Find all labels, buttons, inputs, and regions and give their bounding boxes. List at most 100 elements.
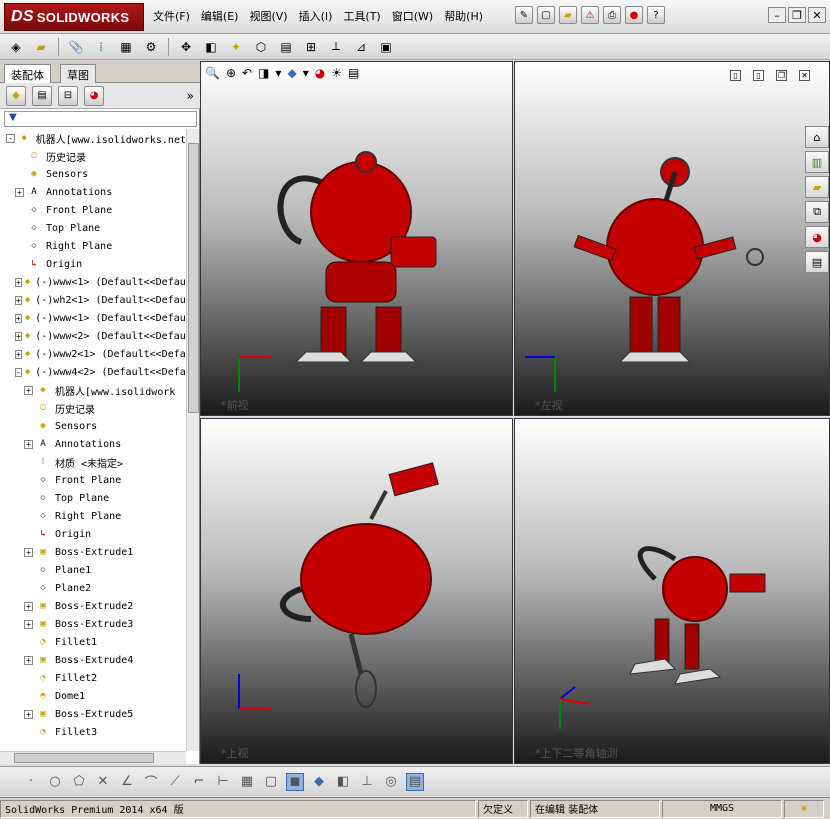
tree-node[interactable]: + ▣ Boss-Extrude4 xyxy=(0,651,186,669)
help-icon[interactable]: ? xyxy=(647,6,665,24)
tree-node[interactable]: + ▣ Boss-Extrude3 xyxy=(0,615,186,633)
expand-icon[interactable]: + xyxy=(24,601,33,611)
tree-node[interactable]: ◇ Front Plane xyxy=(0,471,186,489)
measure-icon[interactable]: ⊿ xyxy=(351,37,371,57)
tree-node[interactable]: + ◆ (-)www<1> (Default<<Defaul xyxy=(0,273,186,291)
cross-icon[interactable]: ✕ xyxy=(94,773,112,791)
restore-icon[interactable]: ❐ xyxy=(788,7,806,23)
point-icon[interactable]: · xyxy=(22,773,40,791)
polygon-icon[interactable]: ⬠ xyxy=(70,773,88,791)
explode-icon[interactable]: ✦ xyxy=(226,37,246,57)
circle-icon[interactable]: ○ xyxy=(46,773,64,791)
tree-node[interactable]: ◓ Dome1 xyxy=(0,687,186,705)
dimension-icon[interactable]: ⊢ xyxy=(214,773,232,791)
expand-icon[interactable]: + xyxy=(15,349,22,359)
close-icon[interactable]: ✕ xyxy=(808,7,826,23)
pin-icon[interactable]: ✎ xyxy=(515,6,533,24)
menu-edit[interactable]: 编辑(E) xyxy=(198,8,247,24)
viewport-trimetric[interactable]: *上下二等角轴测 xyxy=(514,418,830,764)
tree-node[interactable]: ◇ Plane1 xyxy=(0,561,186,579)
tree-node[interactable]: + A Annotations xyxy=(0,183,186,201)
expand-icon[interactable]: + xyxy=(24,385,33,395)
grid-icon[interactable]: ▦ xyxy=(238,773,256,791)
appearances-scenes-icon[interactable]: ◕ xyxy=(805,226,829,248)
collapse-icon[interactable]: - xyxy=(15,367,22,377)
tree-node[interactable]: ◔ Fillet3 xyxy=(0,723,186,741)
pattern-icon[interactable]: ▦ xyxy=(116,37,136,57)
menu-file[interactable]: 文件(F) xyxy=(150,8,198,24)
shaded-icon[interactable]: ◼ xyxy=(286,772,304,791)
tree-node[interactable]: - ◆ 机器人[www.isolidworks.net xyxy=(0,129,186,147)
section-view-icon[interactable]: ◨ xyxy=(258,66,269,80)
large-assembly-icon[interactable]: ▣ xyxy=(376,37,396,57)
scene-icon[interactable]: ☀ xyxy=(331,66,342,80)
menu-window[interactable]: 窗口(W) xyxy=(389,8,441,24)
tree-node[interactable]: ⁝ 材质 <未指定> xyxy=(0,453,186,471)
expand-icon[interactable]: + xyxy=(15,313,22,323)
open-folder-icon[interactable]: ▰ xyxy=(559,6,577,24)
warning-icon[interactable]: ⚠ xyxy=(581,6,599,24)
tree-node[interactable]: + ◆ (-)www<2> (Default<<Defaul xyxy=(0,327,186,345)
menu-help[interactable]: 帮助(H) xyxy=(441,8,491,24)
property-manager-icon[interactable]: ▤ xyxy=(32,85,52,106)
tree-node[interactable]: ◇ Top Plane xyxy=(0,219,186,237)
tree-node[interactable]: + ◆ (-)www2<1> (Default<<Defaul xyxy=(0,345,186,363)
reference-geometry-icon[interactable]: ⬡ xyxy=(251,37,271,57)
tree-node[interactable]: + ▣ Boss-Extrude2 xyxy=(0,597,186,615)
viewport-front[interactable]: *前视 xyxy=(200,61,513,416)
tree-node[interactable]: ◉ Sensors xyxy=(0,165,186,183)
tree-node[interactable]: + ▣ Boss-Extrude1 xyxy=(0,543,186,561)
axis-icon[interactable]: ⊥ xyxy=(358,773,376,791)
angle-icon[interactable]: ∠ xyxy=(118,773,136,791)
viewport-restore-icon[interactable]: ❐ xyxy=(776,70,787,81)
menu-view[interactable]: 视图(V) xyxy=(246,8,295,24)
tree-node[interactable]: ↳ Origin xyxy=(0,255,186,273)
expand-icon[interactable]: + xyxy=(15,187,24,197)
scrollbar-thumb[interactable] xyxy=(14,753,154,763)
display-manager-icon[interactable]: ◕ xyxy=(84,85,104,106)
viewport-split-icon[interactable]: ▯ xyxy=(730,70,741,81)
insert-component-icon[interactable]: ▰ xyxy=(31,37,51,57)
tree-vertical-scrollbar[interactable] xyxy=(186,129,199,751)
tree-node[interactable]: ◇ Right Plane xyxy=(0,507,186,525)
tree-node[interactable]: ◔ Fillet2 xyxy=(0,669,186,687)
viewport-left[interactable]: *左视 xyxy=(514,61,830,416)
zoom-to-fit-icon[interactable]: 🔍 xyxy=(205,66,220,80)
zoom-area-icon[interactable]: ⊕ xyxy=(226,66,236,80)
expand-icon[interactable]: + xyxy=(15,295,22,305)
status-units[interactable]: MMGS xyxy=(662,799,782,818)
view-palette-icon[interactable]: ⧉ xyxy=(805,201,829,223)
menu-insert[interactable]: 插入(I) xyxy=(296,8,341,24)
new-document-icon[interactable]: ▢ xyxy=(537,6,555,24)
expand-icon[interactable]: + xyxy=(24,655,33,665)
slash-icon[interactable]: ⟋ xyxy=(166,773,184,791)
hide-items-icon[interactable]: ▾ xyxy=(303,66,309,80)
cube-icon[interactable]: ◆ xyxy=(310,773,328,791)
view-settings-icon[interactable]: ▤ xyxy=(348,66,359,80)
collapse-panel-icon[interactable]: » xyxy=(187,89,194,103)
camera-icon[interactable]: ◎ xyxy=(382,773,400,791)
tag-icon[interactable]: ◈ xyxy=(784,799,824,818)
move-component-icon[interactable]: ✥ xyxy=(176,37,196,57)
tree-node[interactable]: + ◆ (-)wh2<1> (Default<<Defaul xyxy=(0,291,186,309)
mate-icon[interactable]: ⁞ xyxy=(91,37,111,57)
tree-horizontal-scrollbar[interactable] xyxy=(0,751,186,764)
corner-icon[interactable]: ⌐ xyxy=(190,773,208,791)
bom-icon[interactable]: ▤ xyxy=(276,37,296,57)
paperclip-icon[interactable]: 📎 xyxy=(66,37,86,57)
tree-node[interactable]: ◇ Right Plane xyxy=(0,237,186,255)
tree-node[interactable]: ⏲ 历史记录 xyxy=(0,399,186,417)
appearance-icon[interactable]: ◕ xyxy=(315,66,325,80)
expand-icon[interactable]: + xyxy=(15,277,22,287)
view-orientation-icon[interactable]: ▾ xyxy=(275,66,281,80)
menu-tools[interactable]: 工具(T) xyxy=(340,8,388,24)
tab-assembly[interactable]: 装配体 xyxy=(4,64,51,83)
curve-icon[interactable]: ⌒ xyxy=(142,773,160,791)
tree-node[interactable]: ⏲ 历史记录 xyxy=(0,147,186,165)
interference-icon[interactable]: ⊞ xyxy=(301,37,321,57)
box-icon[interactable]: ▢ xyxy=(262,773,280,791)
table-icon[interactable]: ▤ xyxy=(406,772,424,791)
expand-icon[interactable]: + xyxy=(24,439,33,449)
tree-node[interactable]: ◇ Top Plane xyxy=(0,489,186,507)
smart-fastener-icon[interactable]: ⚙ xyxy=(141,37,161,57)
